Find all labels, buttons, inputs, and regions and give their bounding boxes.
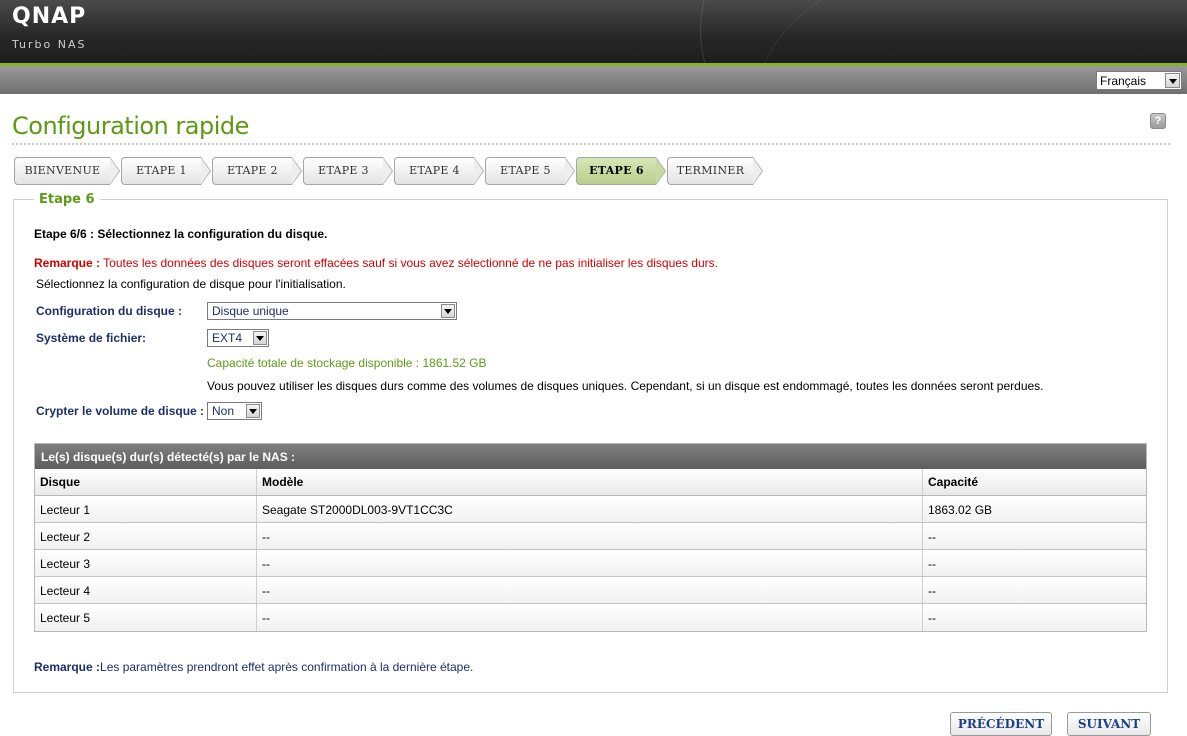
disk-cell: Lecteur 2 [35, 523, 257, 549]
model-cell: -- [257, 523, 923, 549]
model-cell: -- [257, 577, 923, 603]
encrypt-select[interactable]: Non [207, 402, 262, 420]
chevron-down-icon [256, 336, 264, 341]
warning-note: Remarque : Toutes les données des disque… [34, 256, 718, 270]
step-label: ETAPE 2 [227, 164, 278, 177]
chevron-down-icon [444, 309, 452, 314]
disk-config-label: Configuration du disque : [36, 304, 182, 318]
disks-table: Le(s) disque(s) dur(s) détecté(s) par le… [34, 443, 1147, 632]
encrypt-label: Crypter le volume de disque : [36, 404, 205, 418]
chevron-down-icon [249, 409, 257, 414]
step-etape-1[interactable]: ETAPE 1 [121, 157, 211, 185]
table-row: Lecteur 1 Seagate ST2000DL003-9VT1CC3C 1… [35, 496, 1146, 523]
disk-cell: Lecteur 4 [35, 577, 257, 603]
step-label: BIENVENUE [24, 164, 101, 177]
filesystem-value: EXT4 [212, 331, 243, 345]
header-modele: Modèle [257, 469, 923, 495]
next-button[interactable]: SUIVANT [1067, 712, 1151, 736]
disk-config-value: Disque unique [212, 304, 289, 318]
language-dropdown-button[interactable] [1165, 73, 1180, 88]
filesystem-select[interactable]: EXT4 [207, 329, 269, 347]
disks-table-title: Le(s) disque(s) dur(s) détecté(s) par le… [35, 444, 1146, 469]
capacity-cell: -- [928, 611, 936, 625]
table-row: Lecteur 5 -- -- [35, 604, 1146, 631]
step-etape-4[interactable]: ETAPE 4 [394, 157, 484, 185]
step-label: ETAPE 1 [136, 164, 187, 177]
app-header: QNAP Turbo NAS [0, 0, 1187, 63]
capacity-cell: -- [928, 530, 936, 544]
step-etape-3[interactable]: ETAPE 3 [303, 157, 393, 185]
step-etape-2[interactable]: ETAPE 2 [212, 157, 302, 185]
footer-note: Remarque :Les paramètres prendront effet… [34, 660, 473, 674]
step-label: ETAPE 6 [589, 164, 644, 177]
brand-tagline: Turbo NAS [12, 38, 87, 51]
filesystem-dropdown-button[interactable] [253, 331, 267, 345]
previous-button[interactable]: PRÉCÉDENT [950, 712, 1052, 736]
model-cell: -- [257, 604, 923, 631]
capacity-cell: -- [928, 584, 936, 598]
table-row: Lecteur 3 -- -- [35, 550, 1146, 577]
capacity-cell: -- [928, 557, 936, 571]
model-cell: -- [257, 550, 923, 576]
panel-legend: Etape 6 [34, 192, 100, 207]
header-capacite: Capacité [928, 475, 979, 489]
disk-cell: Lecteur 3 [35, 550, 257, 576]
footer-note-label: Remarque : [34, 660, 101, 674]
language-bar [0, 66, 1187, 94]
warning-label: Remarque : [34, 256, 101, 270]
capacity-cell: 1863.02 GB [928, 503, 993, 517]
model-cell: Seagate ST2000DL003-9VT1CC3C [257, 496, 923, 522]
step-etape-6[interactable]: ETAPE 6 [576, 157, 666, 185]
step-label: ETAPE 3 [318, 164, 369, 177]
step-label: ETAPE 4 [409, 164, 460, 177]
disk-cell: Lecteur 1 [35, 496, 257, 522]
disk-cell: Lecteur 5 [35, 604, 257, 631]
footer-note-text: Les paramètres prendront effet après con… [100, 660, 474, 674]
page-title: Configuration rapide [12, 112, 249, 140]
instruction-text: Sélectionnez la configuration de disque … [36, 277, 346, 291]
table-row: Lecteur 2 -- -- [35, 523, 1146, 550]
warning-text: Toutes les données des disques seront ef… [100, 256, 718, 270]
help-icon[interactable]: ? [1150, 113, 1166, 129]
step-label: TERMINER [676, 164, 745, 177]
language-select-value: Français [1100, 74, 1147, 88]
info-text: Vous pouvez utiliser les disques durs co… [207, 379, 1044, 393]
disks-table-header: Disque Modèle Capacité [35, 469, 1146, 496]
qnap-logo: QNAP [12, 4, 87, 29]
table-row: Lecteur 4 -- -- [35, 577, 1146, 604]
title-divider [12, 143, 1170, 145]
disk-config-dropdown-button[interactable] [441, 304, 455, 318]
header-decoration-2 [760, 0, 1187, 63]
panel-heading: Etape 6/6 : Sélectionnez la configuratio… [34, 227, 328, 241]
header-disque: Disque [35, 469, 257, 495]
step-terminer[interactable]: TERMINER [667, 157, 763, 185]
step-etape-5[interactable]: ETAPE 5 [485, 157, 575, 185]
step-bienvenue[interactable]: BIENVENUE [14, 157, 120, 185]
disk-config-select[interactable]: Disque unique [207, 302, 457, 320]
language-select[interactable]: Français [1096, 71, 1182, 90]
chevron-down-icon [1169, 79, 1177, 84]
encrypt-dropdown-button[interactable] [246, 404, 260, 418]
encrypt-value: Non [212, 404, 235, 418]
step-label: ETAPE 5 [500, 164, 551, 177]
filesystem-label: Système de fichier: [36, 331, 147, 345]
capacity-text: Capacité totale de stockage disponible :… [207, 356, 487, 370]
